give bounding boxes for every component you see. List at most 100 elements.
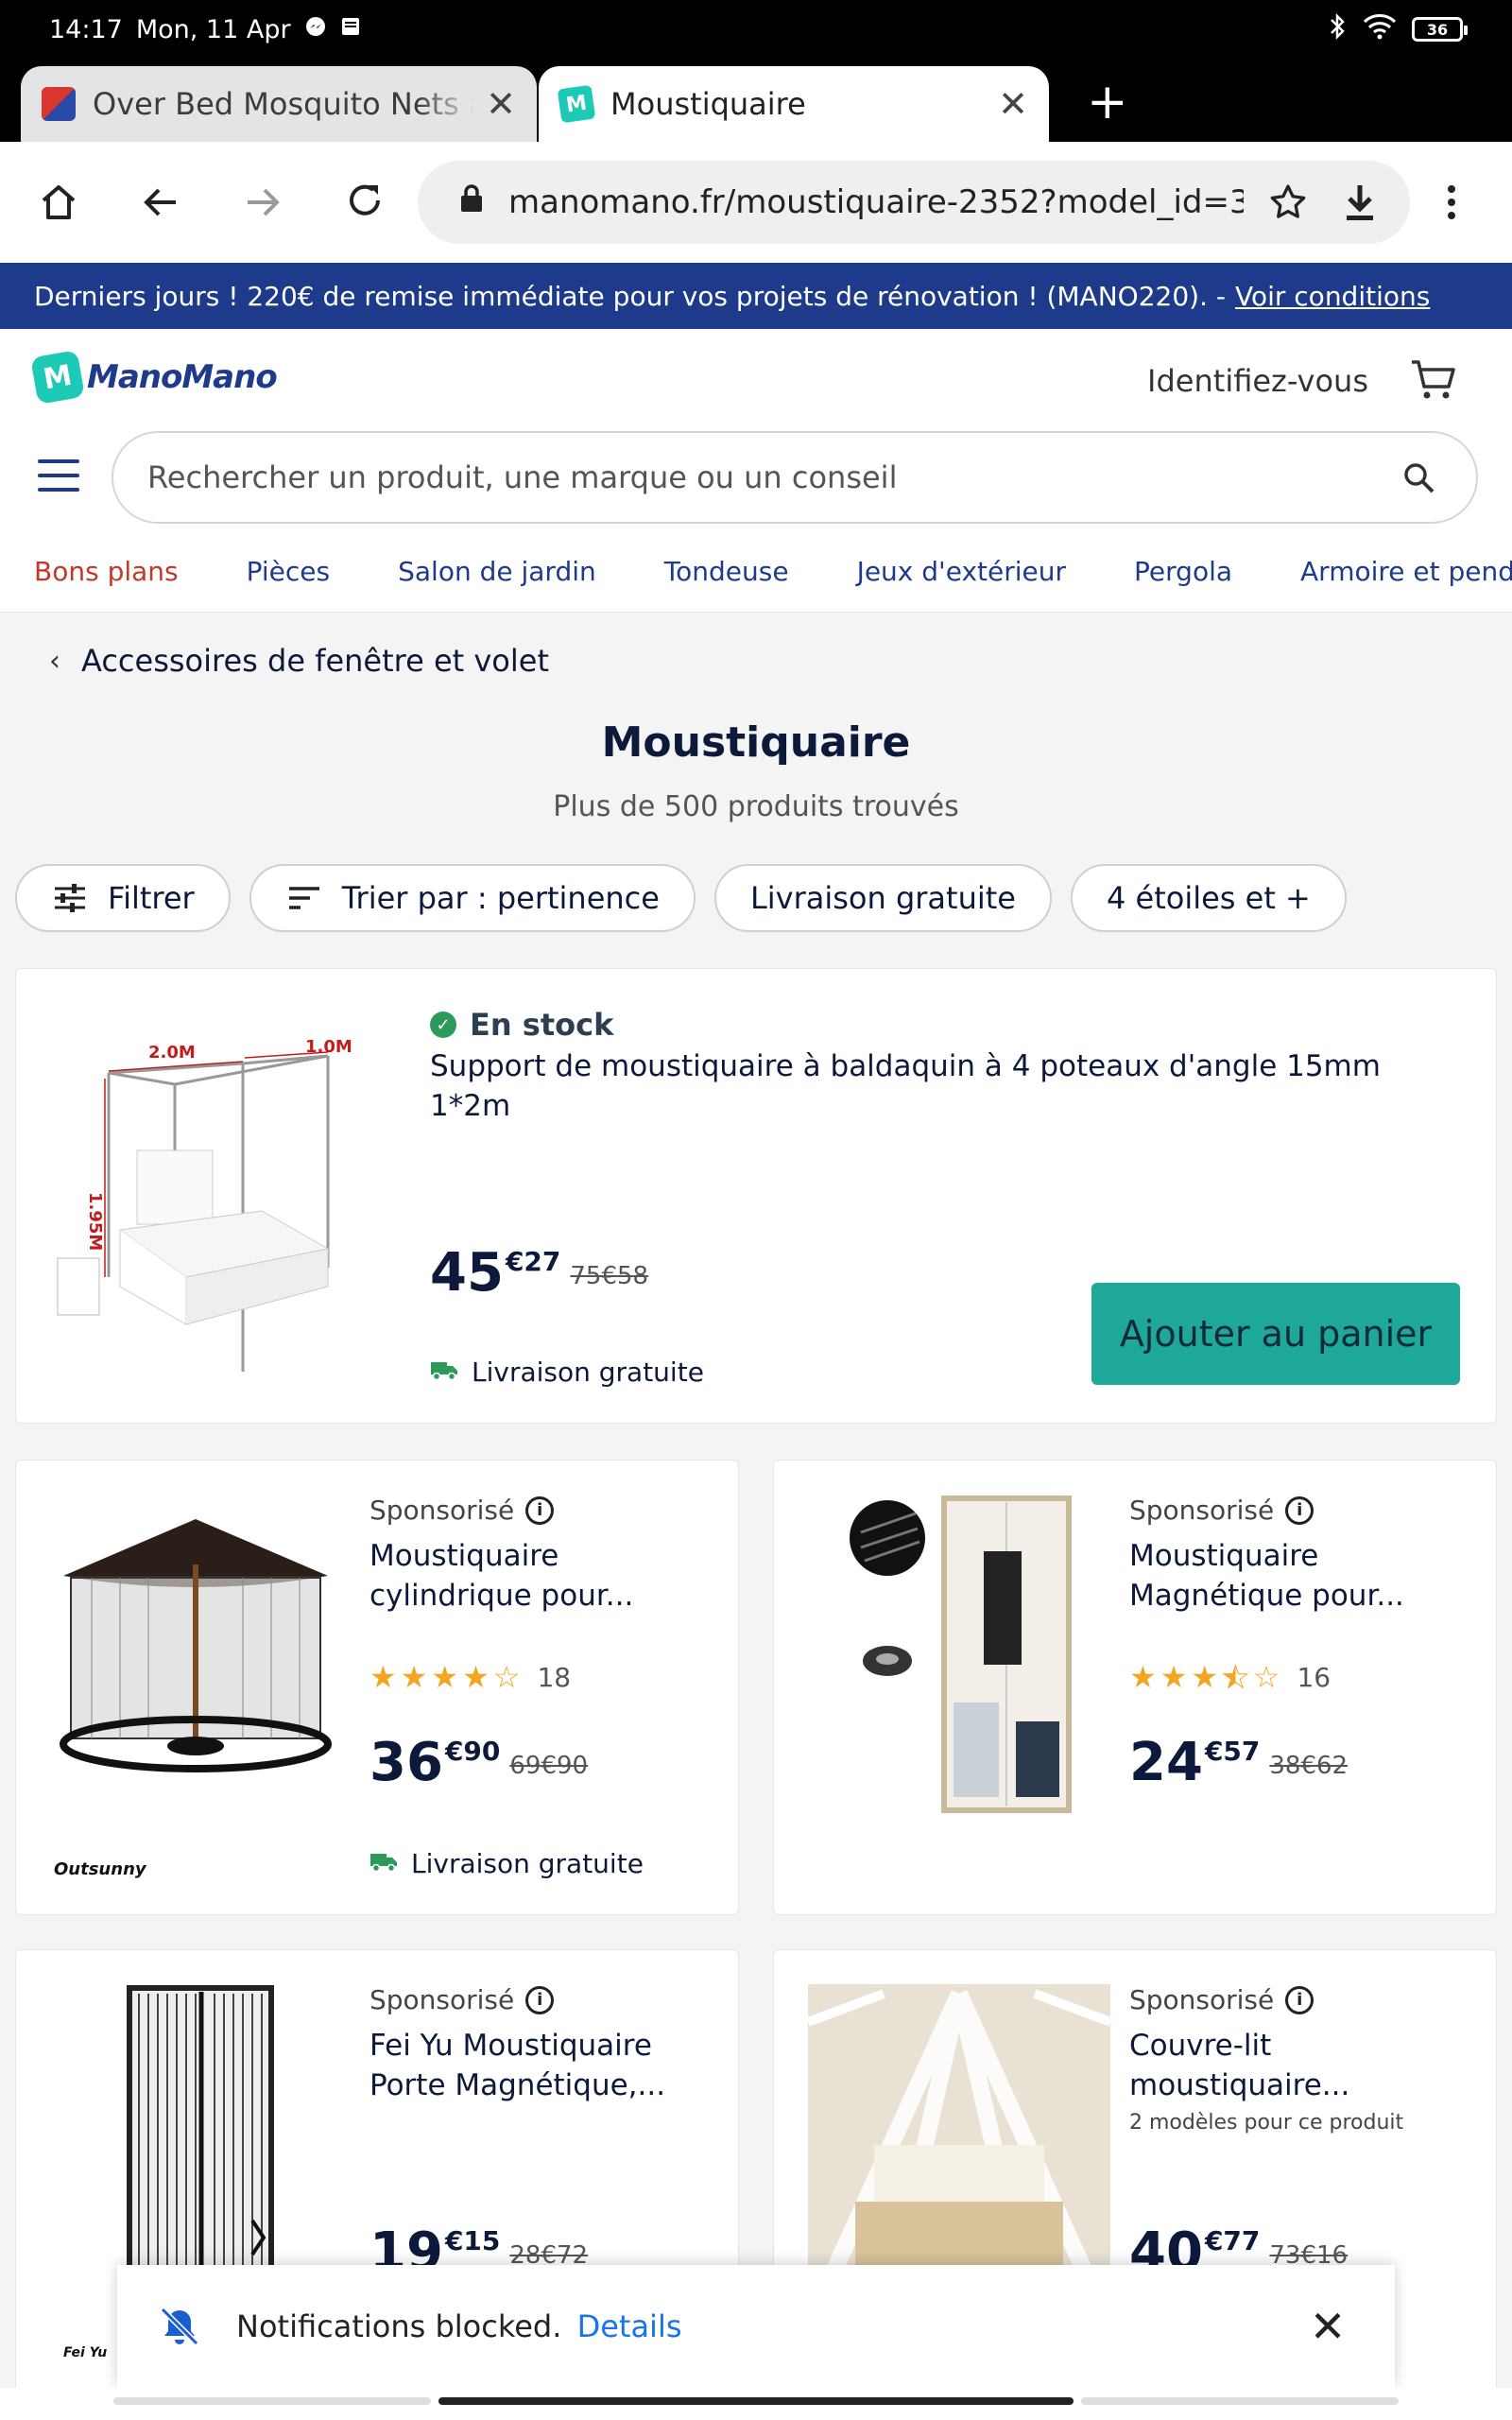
price: 45 €27 75€58 <box>430 1247 648 1300</box>
star-empty-icon: ☆ <box>492 1659 521 1695</box>
sponsored-label: Sponsorisé i <box>369 1984 555 2015</box>
search-icon[interactable] <box>1395 454 1442 501</box>
bookmark-star-icon[interactable] <box>1261 175 1315 230</box>
nav-item-pieces[interactable]: Pièces <box>247 556 330 587</box>
site-header: M ManoMano Identifiez-vous Rechercher un… <box>0 329 1512 613</box>
star-full-icon: ★ <box>1129 1659 1157 1695</box>
forward-icon[interactable] <box>232 172 293 233</box>
tab-title: Over Bed Mosquito Nets and <box>93 86 474 122</box>
status-date: Mon, 11 Apr <box>135 14 291 44</box>
rating: ★ ★ ★ ★ ☆ 16 <box>1129 1659 1331 1696</box>
brand-logo: Fei Yu <box>63 2345 108 2360</box>
star-full-icon: ★ <box>431 1659 459 1695</box>
notification-details-link[interactable]: Details <box>577 2308 682 2344</box>
filter-button[interactable]: Filtrer <box>15 864 231 932</box>
back-icon[interactable] <box>130 172 191 233</box>
product-card[interactable]: Sponsorisé i Moustiquaire Magnétique pou… <box>773 1460 1497 1915</box>
reload-icon[interactable] <box>335 172 395 233</box>
messenger-icon <box>304 15 327 44</box>
close-tab-icon[interactable]: ✕ <box>486 86 516 122</box>
price-decimal: €90 <box>444 1736 501 1767</box>
nav-item-pergola[interactable]: Pergola <box>1134 556 1232 587</box>
info-icon[interactable]: i <box>1285 1985 1314 2014</box>
address-bar[interactable]: manomano.fr/moustiquaire-2352?model_id=3… <box>418 161 1410 244</box>
browser-toolbar: manomano.fr/moustiquaire-2352?model_id=3… <box>0 142 1512 263</box>
promo-text: Derniers jours ! 220€ de remise immédiat… <box>34 280 1226 312</box>
login-link[interactable]: Identifiez-vous <box>1147 363 1368 399</box>
lock-icon[interactable] <box>459 183 484 222</box>
cart-icon[interactable] <box>1404 352 1461 408</box>
product-name[interactable]: Support de moustiquaire à baldaquin à 4 … <box>430 1046 1469 1126</box>
download-icon[interactable] <box>1332 175 1387 230</box>
battery-icon: 36 <box>1412 17 1468 42</box>
gesture-handle[interactable] <box>438 2397 1074 2405</box>
info-icon[interactable]: i <box>525 1495 555 1525</box>
tab-moustiquaire[interactable]: M Moustiquaire ✕ <box>539 66 1049 142</box>
rating: ★ ★ ★ ★ ☆ 18 <box>369 1659 571 1695</box>
promo-banner: Derniers jours ! 220€ de remise immédiat… <box>0 263 1512 329</box>
url-text[interactable]: manomano.fr/moustiquaire-2352?model_id=3… <box>508 183 1244 221</box>
featured-product-card[interactable]: 2.0M 1.0M 1.95M ✓ En stock Support de mo… <box>15 968 1497 1424</box>
sponsored-label: Sponsorisé i <box>1129 1984 1314 2015</box>
home-icon[interactable] <box>28 172 89 233</box>
sort-button[interactable]: Trier par : pertinence <box>249 864 696 932</box>
umbrella-net-image[interactable] <box>44 1508 347 1791</box>
canopy-frame-image[interactable]: 2.0M 1.0M 1.95M <box>44 1003 413 1372</box>
nav-item-tondeuse[interactable]: Tondeuse <box>664 556 789 587</box>
page-title: Moustiquaire <box>601 718 911 767</box>
variants-count[interactable]: 2 modèles pour ce produit <box>1129 2111 1403 2135</box>
nav-item-salon-de-jardin[interactable]: Salon de jardin <box>398 556 596 587</box>
dim-height-label: 1.95M <box>85 1192 105 1251</box>
star-full-icon: ★ <box>1160 1659 1188 1695</box>
breadcrumb-label: Accessoires de fenêtre et volet <box>81 643 549 679</box>
manomano-logo[interactable]: M ManoMano <box>30 350 278 405</box>
price-decimal: €15 <box>444 2225 501 2256</box>
filter-chips: Filtrer Trier par : pertinence Livraison… <box>15 864 1347 932</box>
more-menu-icon[interactable] <box>1421 172 1482 233</box>
product-name-line-2: Porte Magnétique,... <box>369 2068 666 2102</box>
nav-item-armoire-et-penderie[interactable]: Armoire et penderie <box>1300 556 1512 587</box>
close-icon[interactable]: ✕ <box>1304 2301 1351 2352</box>
breadcrumb[interactable]: ‹ Accessoires de fenêtre et volet <box>49 643 549 679</box>
four-stars-label: 4 étoiles et + <box>1106 880 1311 916</box>
product-card[interactable]: Outsunny Sponsorisé i Moustiquaire cylin… <box>15 1460 739 1915</box>
free-delivery-chip[interactable]: Livraison gratuite <box>713 864 1052 932</box>
tab-over-bed-mosquito-nets[interactable]: Over Bed Mosquito Nets and ✕ <box>21 66 537 142</box>
price: 36 €90 69€90 <box>369 1737 588 1789</box>
info-icon[interactable]: i <box>1285 1495 1314 1525</box>
chevron-left-icon: ‹ <box>49 644 60 678</box>
old-price: 75€58 <box>570 1262 649 1290</box>
free-shipping-label: Livraison gratuite <box>411 1848 644 1879</box>
search-placeholder: Rechercher un produit, une marque ou un … <box>147 459 898 495</box>
tab-strip: Over Bed Mosquito Nets and ✕ M Moustiqua… <box>0 59 1512 142</box>
gesture-bar-left <box>113 2397 431 2405</box>
search-input[interactable]: Rechercher un produit, une marque ou un … <box>112 431 1478 524</box>
manomano-favicon-icon: M <box>557 84 596 124</box>
magnetic-screen-image[interactable] <box>850 1495 1076 1816</box>
canopy-bed-net-image[interactable] <box>806 1984 1112 2290</box>
nav-item-bons-plans[interactable]: Bons plans <box>34 556 179 587</box>
wifi-icon <box>1363 13 1397 46</box>
sponsored-label: Sponsorisé i <box>369 1495 555 1526</box>
star-empty-icon: ☆ <box>1252 1659 1280 1695</box>
menu-hamburger-icon[interactable] <box>38 459 79 492</box>
free-shipping-label: Livraison gratuite <box>472 1357 704 1388</box>
product-name[interactable]: Moustiquaire cylindrique pour... <box>369 1536 710 1616</box>
product-name[interactable]: Fei Yu Moustiquaire Porte Magnétique,... <box>369 2026 729 2105</box>
four-stars-chip[interactable]: 4 étoiles et + <box>1070 864 1347 932</box>
truck-icon <box>430 1357 458 1388</box>
free-shipping: Livraison gratuite <box>369 1848 644 1879</box>
nav-item-jeux-exterieur[interactable]: Jeux d'extérieur <box>857 556 1066 587</box>
star-full-icon: ★ <box>1191 1659 1219 1695</box>
product-name[interactable]: Moustiquaire Magnétique pour... <box>1129 1536 1469 1616</box>
price-integer: 24 <box>1129 1732 1203 1793</box>
sort-label: Trier par : pertinence <box>341 880 660 916</box>
product-name[interactable]: Couvre-lit moustiquaire... <box>1129 2026 1469 2105</box>
sort-icon <box>285 879 323 917</box>
promo-conditions-link[interactable]: Voir conditions <box>1235 281 1430 312</box>
category-nav: Bons plans Pièces Salon de jardin Tondeu… <box>34 556 1512 587</box>
close-tab-icon[interactable]: ✕ <box>998 86 1028 122</box>
add-to-cart-button[interactable]: Ajouter au panier <box>1091 1283 1460 1385</box>
new-tab-button[interactable]: + <box>1087 78 1128 127</box>
info-icon[interactable]: i <box>525 1985 555 2014</box>
